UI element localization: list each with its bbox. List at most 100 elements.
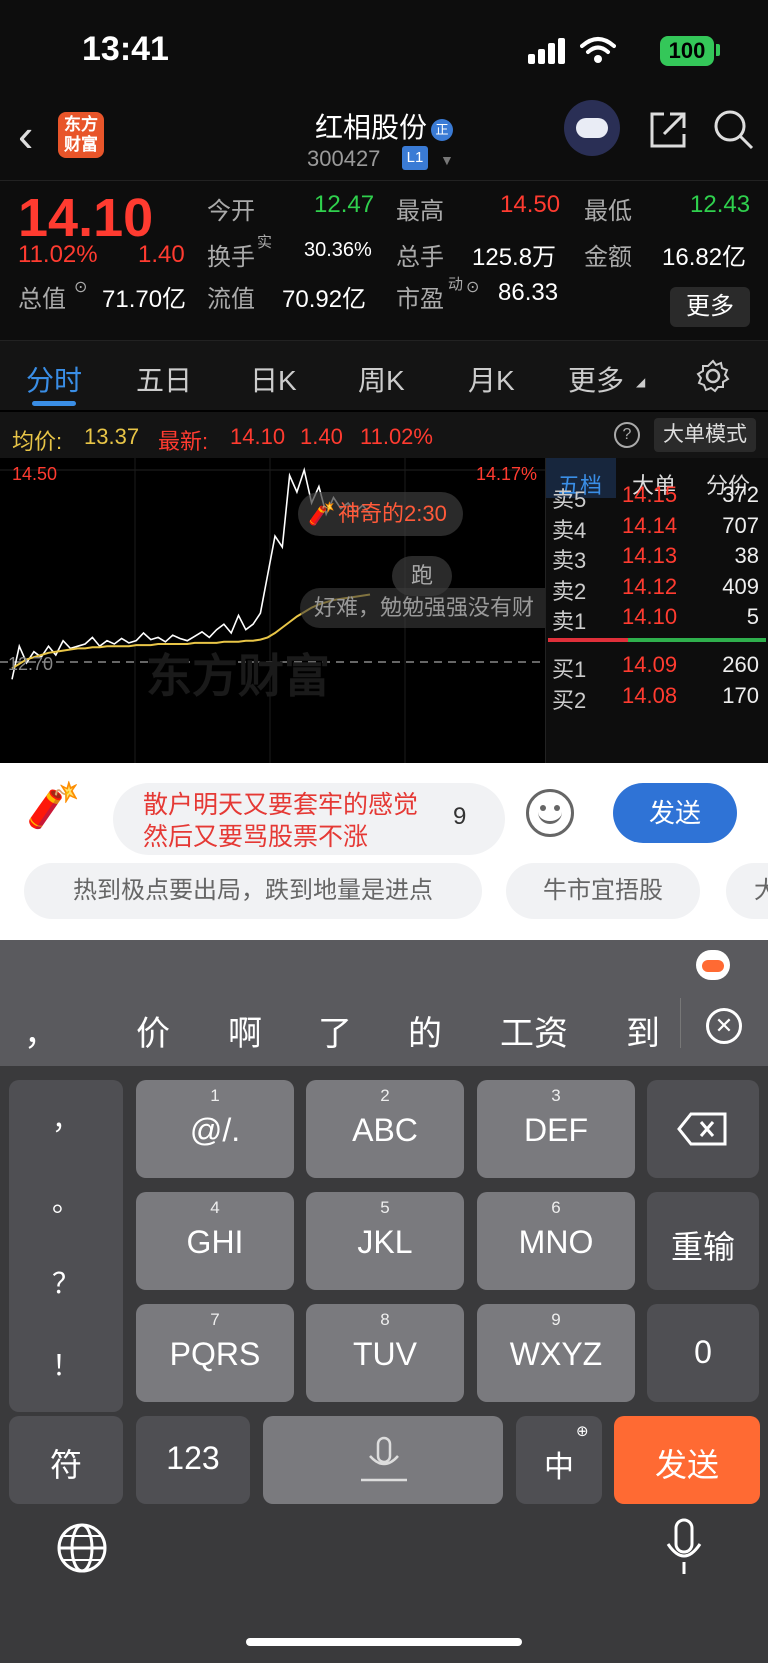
- symbols-key[interactable]: 符: [9, 1416, 123, 1504]
- reinput-key[interactable]: 重输: [647, 1192, 759, 1290]
- key-8[interactable]: 8 TUV: [306, 1304, 464, 1402]
- ask-level: 卖4: [552, 517, 587, 543]
- key-7[interactable]: 7 PQRS: [136, 1304, 294, 1402]
- help-icon[interactable]: ?: [614, 422, 640, 448]
- candidate-word[interactable]: 了: [318, 1006, 352, 1055]
- key-0[interactable]: 0: [647, 1304, 759, 1402]
- firecracker-icon[interactable]: 🧨: [26, 779, 81, 831]
- candidate-word[interactable]: 的: [408, 1006, 442, 1055]
- more-button[interactable]: 更多: [670, 287, 750, 327]
- numbers-key[interactable]: 123: [136, 1416, 250, 1504]
- danmaku-bubble: 好难，勉勉强强没有财: [300, 588, 545, 628]
- backspace-key[interactable]: [647, 1080, 759, 1178]
- search-icon[interactable]: [712, 108, 756, 152]
- high-label: 最高: [396, 198, 444, 225]
- level-badge[interactable]: L1: [402, 146, 428, 170]
- key-1[interactable]: 1 @/.: [136, 1080, 294, 1178]
- ask-volume: 5: [746, 604, 759, 629]
- candidate-word[interactable]: 啊: [228, 1006, 262, 1055]
- ask-row: 卖2 14.12 409: [546, 574, 768, 606]
- key-6[interactable]: 6 MNO: [477, 1192, 635, 1290]
- ask-price: 14.13: [622, 543, 678, 568]
- microphone-icon: [361, 1436, 407, 1482]
- bid-row: 买1 14.09 260: [546, 652, 768, 684]
- assistant-robot-icon[interactable]: [564, 100, 620, 156]
- punct-key[interactable]: 。: [9, 1180, 123, 1220]
- key-2[interactable]: 2 ABC: [306, 1080, 464, 1178]
- punct-key[interactable]: ！: [9, 1344, 123, 1384]
- space-key[interactable]: [263, 1416, 503, 1504]
- comment-input-text: 散户明天又要套牢的感觉 然后又要骂股票不涨: [143, 791, 419, 851]
- open-value: 12.47: [314, 191, 375, 218]
- float-label: 流值: [207, 286, 255, 313]
- amount-value: 16.82亿: [662, 244, 747, 271]
- pe-label: 市盈: [396, 286, 444, 313]
- candidate-word[interactable]: 到: [626, 1006, 660, 1055]
- key-9[interactable]: 9 WXYZ: [477, 1304, 635, 1402]
- tab-monthly-k[interactable]: 月K: [468, 359, 515, 399]
- globe-icon[interactable]: [56, 1522, 108, 1574]
- ask-level: 卖2: [552, 578, 587, 604]
- dictation-mic-icon[interactable]: [664, 1518, 704, 1578]
- tab-intraday[interactable]: 分时: [26, 359, 82, 399]
- candidate-word[interactable]: 工资: [500, 1006, 568, 1055]
- punct-key[interactable]: ？: [9, 1262, 123, 1302]
- tab-weekly-k[interactable]: 周K: [358, 359, 405, 399]
- float-value: 70.92亿: [282, 286, 367, 313]
- ask-row: 卖3 14.13 38: [546, 543, 768, 575]
- chart-percent-label: 14.17%: [476, 464, 538, 484]
- punct-key[interactable]: ，: [9, 1098, 123, 1138]
- share-icon[interactable]: [648, 110, 688, 150]
- bid-level: 买1: [552, 657, 587, 682]
- tab-more[interactable]: 更多: [568, 359, 624, 399]
- candidate-word[interactable]: ，: [24, 1006, 58, 1055]
- emoji-icon[interactable]: [526, 789, 574, 837]
- ask-level: 卖1: [552, 609, 587, 634]
- chart-base-label: 12.70: [8, 654, 54, 674]
- info-dot-icon[interactable]: ⊙: [466, 277, 479, 297]
- mktcap-value: 71.70亿: [102, 286, 187, 313]
- mktcap-label: 总值: [18, 286, 66, 313]
- low-value: 12.43: [690, 191, 751, 218]
- punctuation-column: ， 。 ？ ！: [9, 1080, 123, 1412]
- last-price: 14.10: [18, 188, 154, 248]
- candidate-word[interactable]: 价: [136, 1006, 170, 1055]
- close-candidates-icon[interactable]: ✕: [706, 1008, 742, 1044]
- keyboard-send-key[interactable]: 发送: [614, 1416, 760, 1504]
- keyboard-mascot-icon[interactable]: [696, 950, 730, 980]
- signal-icon: [528, 38, 565, 64]
- bid-price: 14.09: [622, 652, 678, 677]
- candidate-bar: ， 价 啊 了 的 工资 到 ✕: [0, 940, 768, 1066]
- suggestion-chip[interactable]: 大: [726, 863, 768, 919]
- settings-gear-icon[interactable]: [696, 359, 730, 393]
- keyboard: ， 价 啊 了 的 工资 到 ✕ ， 。 ？ ！ 1 @/. 2 ABC 3 DEF …: [0, 940, 768, 1663]
- bid-price: 14.08: [622, 682, 678, 708]
- tab-daily-k[interactable]: 日K: [250, 359, 297, 399]
- last-label: 最新:: [158, 429, 209, 454]
- level-dropdown-icon[interactable]: ▼: [440, 152, 454, 168]
- chart-tabs: 分时 五日 日K 周K 月K 更多 ◢: [0, 340, 768, 410]
- send-button[interactable]: 发送: [613, 783, 737, 843]
- ask-volume: 372: [722, 482, 759, 507]
- status-time: 13:41: [82, 30, 169, 68]
- key-4[interactable]: 4 GHI: [136, 1192, 294, 1290]
- danmaku-text: 神奇的2:30: [338, 501, 447, 526]
- key-3[interactable]: 3 DEF: [477, 1080, 635, 1178]
- chart-high-label: 14.50: [12, 464, 58, 484]
- intraday-chart[interactable]: 14.50 14.17% 12.70 东方财富 🧨 神奇的2:30 跑 好难，勉…: [0, 458, 545, 763]
- key-5[interactable]: 5 JKL: [306, 1192, 464, 1290]
- stock-code: 300427: [307, 146, 381, 171]
- avg-value: 13.37: [84, 424, 140, 449]
- comment-input[interactable]: 散户明天又要套牢的感觉 然后又要骂股票不涨 9: [113, 783, 505, 855]
- navigation-bar: ‹ 东方财富 红相股份正 300427 L1 ▼: [0, 100, 768, 180]
- big-order-mode-button[interactable]: 大单模式: [654, 418, 756, 452]
- suggestion-chip[interactable]: 热到极点要出局，跌到地量是进点: [24, 863, 482, 919]
- language-key[interactable]: 中 ⊕: [516, 1416, 602, 1504]
- pe-sup: 动: [448, 276, 464, 293]
- ask-volume: 38: [734, 543, 759, 568]
- ask-price: 14.10: [622, 604, 678, 629]
- tab-five-day[interactable]: 五日: [136, 359, 192, 399]
- suggestion-chip[interactable]: 牛市宜捂股: [506, 863, 700, 919]
- ask-volume: 409: [722, 573, 759, 599]
- info-dot-icon[interactable]: ⊙: [74, 277, 87, 297]
